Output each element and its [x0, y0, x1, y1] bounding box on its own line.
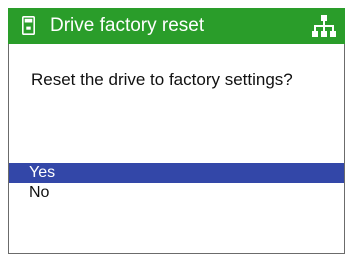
option-no-label: No	[29, 184, 50, 201]
option-yes-label: Yes	[29, 164, 56, 181]
dialog-content: Reset the drive to factory settings? Yes…	[8, 44, 345, 254]
network-tree-icon	[312, 15, 336, 37]
reset-question: Reset the drive to factory settings?	[31, 70, 293, 89]
option-yes[interactable]: Yes	[9, 163, 344, 183]
page-title: Drive factory reset	[50, 15, 205, 36]
drive-reset-screen: Drive factory reset Reset the drive to f…	[0, 0, 353, 262]
drive-icon	[22, 16, 35, 35]
option-no[interactable]: No	[9, 183, 344, 203]
title-bar: Drive factory reset	[8, 8, 345, 44]
